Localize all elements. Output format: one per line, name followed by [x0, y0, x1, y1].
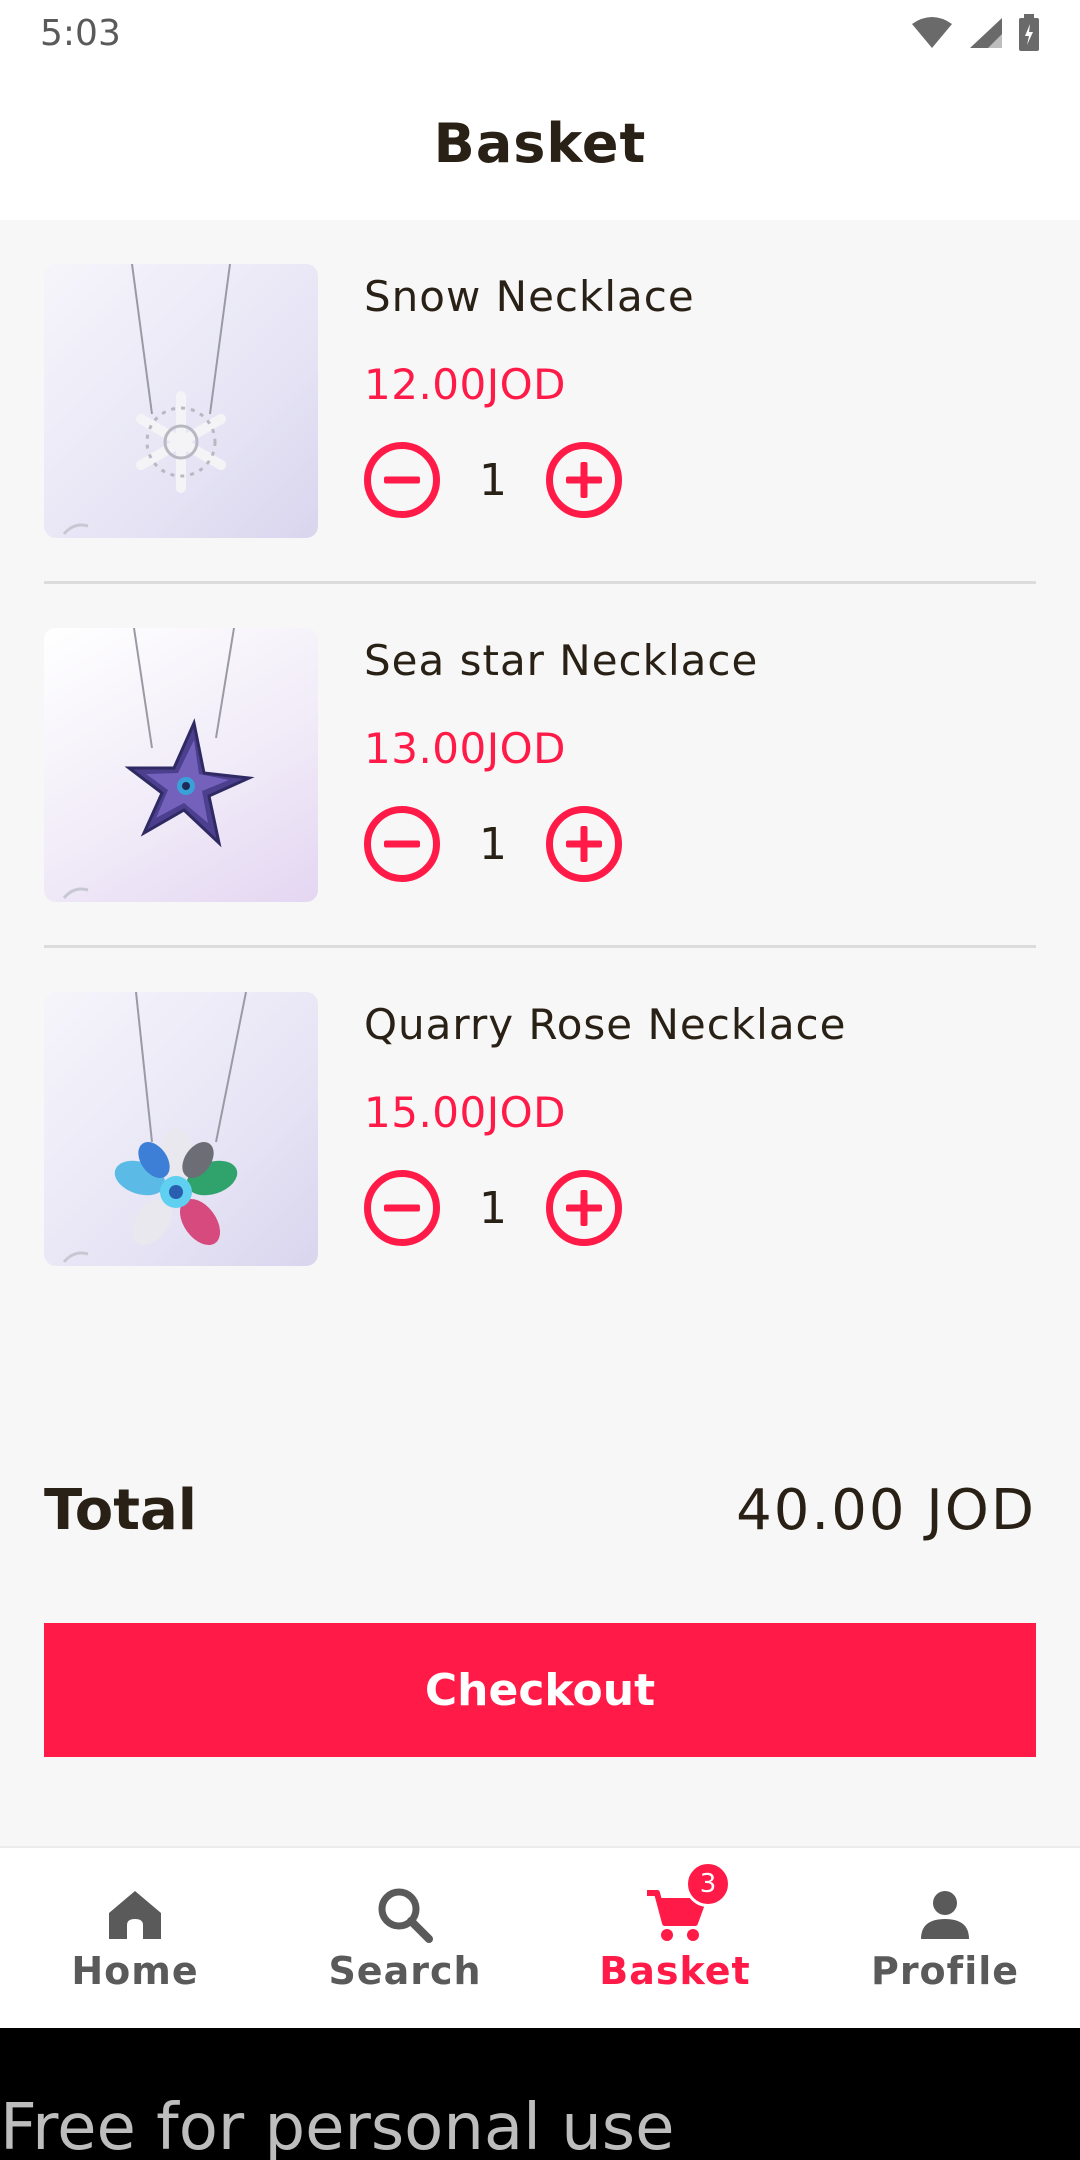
basket-list: Snow Necklace 12.00JOD 1 Sea star Neckla… — [44, 220, 1036, 1312]
basket-item[interactable]: Snow Necklace 12.00JOD 1 — [44, 220, 1036, 584]
nav-label-profile: Profile — [870, 1949, 1020, 1993]
basket-count-badge: 3 — [685, 1861, 731, 1907]
home-icon — [103, 1883, 167, 1947]
basket-item[interactable]: Sea star Necklace 13.00JOD 1 — [44, 584, 1036, 948]
snowflake-necklace-image — [62, 264, 231, 535]
product-name[interactable]: Snow Necklace — [364, 272, 695, 321]
decrease-quantity-button[interactable] — [364, 442, 440, 518]
app-header: Basket — [0, 66, 1080, 220]
product-image[interactable] — [44, 992, 318, 1266]
signal-icon — [970, 18, 1002, 48]
quantity-stepper: 1 — [364, 1170, 622, 1246]
bottom-navigation: Home Search 3 Basket Profile — [0, 1846, 1080, 2028]
nav-item-basket[interactable]: 3 Basket — [540, 1848, 810, 2028]
checkout-button[interactable]: Checkout — [44, 1623, 1036, 1757]
product-price: 12.00JOD — [364, 360, 567, 409]
nav-item-home[interactable]: Home — [0, 1848, 270, 2028]
watermark-bar: Free for personal use — [0, 2028, 1080, 2160]
increase-quantity-button[interactable] — [546, 806, 622, 882]
page-title: Basket — [433, 111, 647, 175]
nav-label-home: Home — [71, 1949, 199, 1993]
quantity-stepper: 1 — [364, 442, 622, 518]
product-price: 13.00JOD — [364, 724, 567, 773]
status-bar: 5:03 — [0, 0, 1080, 66]
search-icon — [373, 1883, 437, 1947]
quantity-value: 1 — [479, 818, 507, 870]
total-label: Total — [44, 1477, 197, 1543]
person-icon — [913, 1883, 977, 1947]
nav-item-profile[interactable]: Profile — [810, 1848, 1080, 2028]
total-row: Total 40.00 JOD — [44, 1470, 1036, 1550]
product-name[interactable]: Quarry Rose Necklace — [364, 1000, 847, 1049]
basket-item[interactable]: Quarry Rose Necklace 15.00JOD 1 — [44, 948, 1036, 1312]
product-image[interactable] — [44, 264, 318, 538]
flower-necklace-image — [62, 992, 247, 1263]
watermark-text: Free for personal use — [0, 2091, 675, 2160]
nav-label-basket: Basket — [599, 1949, 751, 1993]
product-image[interactable] — [44, 628, 318, 902]
decrease-quantity-button[interactable] — [364, 1170, 440, 1246]
status-time: 5:03 — [40, 12, 121, 54]
total-value: 40.00 JOD — [736, 1477, 1036, 1543]
nav-label-search: Search — [328, 1949, 482, 1993]
wifi-icon — [912, 17, 952, 48]
status-icons — [910, 14, 1040, 52]
cart-icon: 3 — [643, 1861, 731, 1947]
quantity-value: 1 — [479, 454, 507, 506]
increase-quantity-button[interactable] — [546, 442, 622, 518]
battery-icon — [1019, 14, 1039, 51]
product-name[interactable]: Sea star Necklace — [364, 636, 758, 685]
nav-item-search[interactable]: Search — [270, 1848, 540, 2028]
decrease-quantity-button[interactable] — [364, 806, 440, 882]
quantity-stepper: 1 — [364, 806, 622, 882]
quantity-value: 1 — [479, 1182, 507, 1234]
product-price: 15.00JOD — [364, 1088, 567, 1137]
increase-quantity-button[interactable] — [546, 1170, 622, 1246]
starfish-necklace-image — [62, 628, 255, 899]
